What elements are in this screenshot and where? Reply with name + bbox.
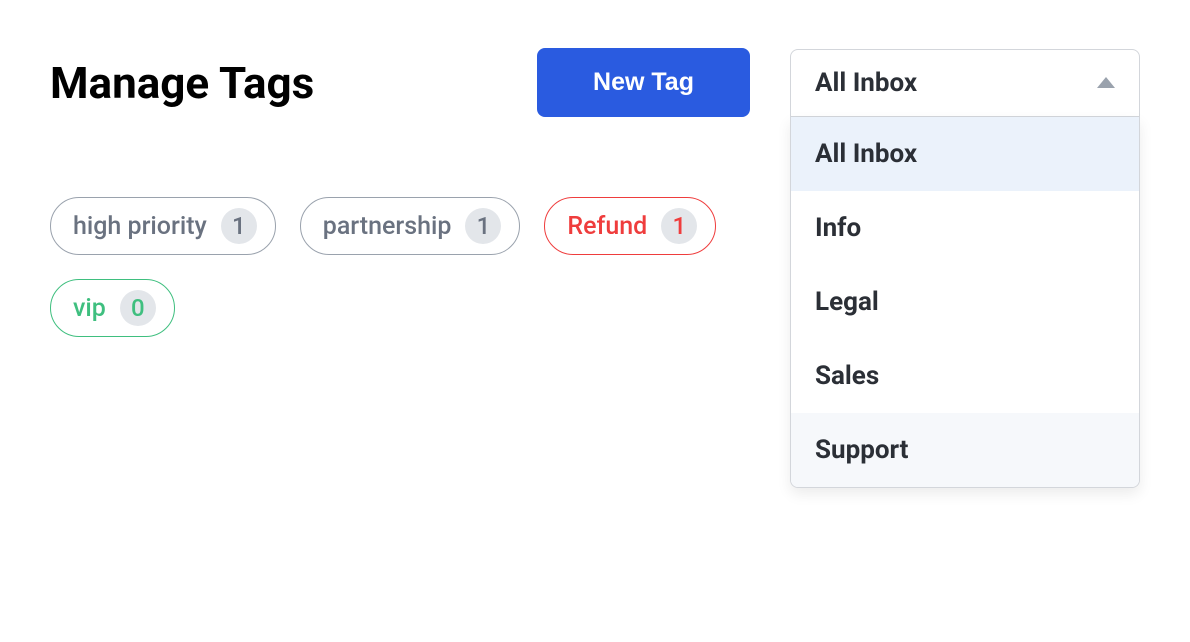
inbox-dropdown-toggle[interactable]: All Inbox — [790, 49, 1140, 117]
tag-pill[interactable]: high priority 1 — [50, 197, 276, 255]
chevron-up-icon — [1097, 77, 1115, 88]
tag-label: vip — [73, 294, 106, 323]
tag-label: Refund — [567, 212, 647, 241]
header: Manage Tags New Tag All Inbox All InboxI… — [0, 0, 1190, 117]
inbox-dropdown: All Inbox All InboxInfoLegalSalesSupport — [790, 49, 1140, 117]
tag-pill[interactable]: Refund 1 — [544, 197, 716, 255]
inbox-dropdown-menu: All InboxInfoLegalSalesSupport — [790, 117, 1140, 488]
dropdown-item[interactable]: All Inbox — [791, 117, 1139, 191]
new-tag-button[interactable]: New Tag — [537, 48, 750, 117]
dropdown-item[interactable]: Sales — [791, 339, 1139, 413]
tag-count: 1 — [465, 208, 501, 244]
dropdown-item[interactable]: Support — [791, 413, 1139, 487]
dropdown-item[interactable]: Info — [791, 191, 1139, 265]
tag-count: 0 — [120, 290, 156, 326]
tag-count: 1 — [661, 208, 697, 244]
dropdown-item[interactable]: Legal — [791, 265, 1139, 339]
tags-area: high priority 1 partnership 1 Refund 1 vip 0 — [0, 117, 820, 337]
inbox-dropdown-selected: All Inbox — [815, 68, 917, 98]
page-title: Manage Tags — [50, 57, 314, 109]
tag-count: 1 — [221, 208, 257, 244]
tag-pill[interactable]: partnership 1 — [300, 197, 521, 255]
tag-label: high priority — [73, 212, 207, 241]
tag-pill[interactable]: vip 0 — [50, 279, 175, 337]
tag-label: partnership — [323, 212, 452, 241]
